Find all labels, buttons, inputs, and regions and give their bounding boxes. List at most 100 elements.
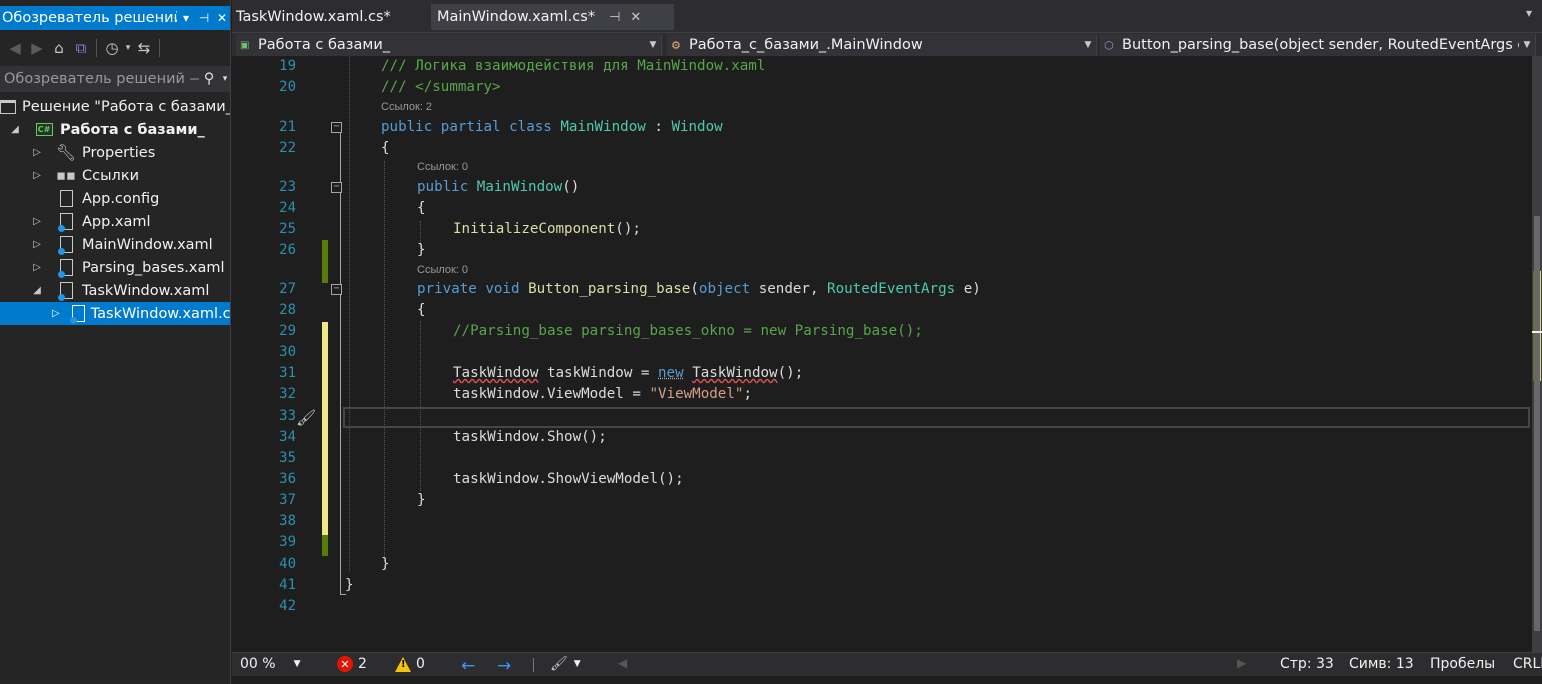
pending-changes-filter-icon[interactable]: ◷ [101, 37, 123, 59]
switch-views-icon[interactable]: ⧉ [70, 37, 92, 59]
class-dropdown[interactable]: ⚙ Работа_с_базами_.MainWindow ▼ [667, 34, 1097, 56]
tree-expander-icon[interactable]: ◢ [8, 124, 22, 135]
search-options-dropdown-icon[interactable]: ▾ [219, 74, 230, 84]
code-cleanup-button[interactable]: 🖌︎ ▼ [550, 656, 581, 672]
horizontal-scroll-right-icon[interactable]: ▶ [1237, 656, 1246, 670]
filter-dropdown-icon[interactable]: ▾ [123, 37, 133, 59]
code-line[interactable]: 42 [232, 596, 1532, 617]
forward-arrow-icon[interactable]: ▶ [26, 37, 48, 59]
code-line[interactable]: 38 [232, 511, 1532, 532]
tab-mainwindow-xaml-cs[interactable]: MainWindow.xaml.cs* ⊣ ✕ [431, 4, 674, 30]
code-line[interactable]: 39 [232, 532, 1532, 553]
code-line[interactable]: 26} [232, 240, 1532, 261]
tree-item-references[interactable]: ▷ ▪▪ Ссылки [0, 164, 230, 187]
errors-indicator[interactable]: ✕ 2 [337, 656, 367, 672]
code-line[interactable]: 34 taskWindow.Show(); [232, 427, 1532, 448]
code-text: taskWindow.ViewModel = "ViewModel"; [453, 384, 752, 405]
project-dropdown[interactable]: ▣ Работа с базами_ ▼ [236, 34, 662, 56]
close-tab-icon[interactable]: ✕ [630, 10, 641, 25]
column-indicator[interactable]: Симв: 13 [1349, 656, 1414, 672]
code-line[interactable]: 28 { [232, 300, 1532, 321]
tree-item-taskwindow-xaml-cs[interactable]: ▷ TaskWindow.xaml.cs [0, 302, 230, 325]
line-ending-indicator[interactable]: CRLF [1513, 656, 1542, 672]
tree-expander-icon[interactable]: ◢ [30, 285, 44, 296]
code-editor[interactable]: − − − 🖌︎ Ссылок: 2 Ссылок: 0 Ссылок: 0 1… [232, 56, 1532, 652]
code-line[interactable]: 40} [232, 554, 1532, 575]
tree-item-label: App.config [82, 190, 160, 207]
code-line[interactable]: 27 private void Button_parsing_base(objec… [232, 279, 1532, 300]
line-number-indicator[interactable]: Стр: 33 [1280, 656, 1334, 672]
tree-item-app-config[interactable]: App.config [0, 187, 230, 210]
tree-expander-icon[interactable]: ▷ [30, 170, 44, 181]
code-line[interactable]: 24 { [232, 198, 1532, 219]
solution-explorer-search[interactable]: Обозреватель решений — ⚲ ▾ [0, 66, 230, 92]
code-line[interactable]: 37} [232, 490, 1532, 511]
vertical-scrollbar[interactable] [1532, 56, 1542, 652]
code-line[interactable]: 20 /// </summary> [232, 77, 1532, 98]
code-line[interactable]: 32 taskWindow.ViewModel = "ViewModel"; [232, 384, 1532, 405]
next-issue-button[interactable]: → [497, 656, 511, 676]
xaml-file-icon [56, 282, 76, 301]
search-input[interactable]: Обозреватель решений — [4, 71, 199, 87]
solution-icon [0, 98, 16, 116]
codelens-references[interactable]: Ссылок: 0 [417, 262, 468, 278]
code-line[interactable]: 21 public partial class MainWindow : Wind… [232, 117, 1532, 138]
auto-hide-pin-icon[interactable]: ⊣ [195, 11, 213, 25]
tree-item-project[interactable]: ◢ C# Работа с базами_ [0, 118, 230, 141]
member-dropdown-label: Button_parsing_base(object sender, Route… [1122, 37, 1519, 53]
code-line[interactable]: 22 { [232, 138, 1532, 159]
method-icon: ⬡ [1104, 38, 1114, 52]
scrollbar-thumb[interactable] [1534, 216, 1540, 631]
tree-expander-icon[interactable]: ▷ [30, 239, 44, 250]
back-arrow-icon[interactable]: ◀ [4, 37, 26, 59]
code-token: MainWindow [476, 179, 563, 195]
code-line[interactable]: 23 public MainWindow() [232, 177, 1532, 198]
whitespace-indicator[interactable]: Пробелы [1430, 656, 1495, 672]
tree-expander-icon[interactable]: ▷ [30, 262, 44, 273]
code-line[interactable]: 30 [232, 342, 1532, 363]
line-number: 21 [279, 119, 296, 135]
zoom-dropdown[interactable]: 00 % ▼ [240, 656, 301, 672]
line-number: 27 [279, 281, 296, 297]
sync-with-active-document-icon[interactable]: ⇆ [133, 37, 155, 59]
tree-item-properties[interactable]: ▷ 🔧︎ Properties [0, 141, 230, 164]
window-position-dropdown-icon[interactable]: ▾ [177, 11, 195, 25]
codelens-references[interactable]: Ссылок: 0 [417, 159, 468, 175]
home-icon[interactable]: ⌂ [48, 37, 70, 59]
tree-item-parsing-bases-xaml[interactable]: ▷ Parsing_bases.xaml [0, 256, 230, 279]
tree-item-mainwindow-xaml[interactable]: ▷ MainWindow.xaml [0, 233, 230, 256]
solution-explorer-titlebar[interactable]: Обозреватель решений ▾ ⊣ ✕ [0, 6, 230, 30]
member-dropdown[interactable]: ⬡ Button_parsing_base(object sender, Rou… [1100, 34, 1536, 56]
line-number: 37 [279, 492, 296, 508]
brush-icon: 🖌︎ [550, 656, 568, 672]
code-token: "ViewModel" [649, 386, 744, 402]
column-indicator-text: Симв: 13 [1349, 656, 1414, 672]
code-line[interactable]: 19 /// Логика взаимодействия для MainWind… [232, 56, 1532, 77]
code-text: TaskWindow taskWindow = new TaskWindow()… [453, 363, 803, 384]
warnings-indicator[interactable]: ! 0 [395, 656, 425, 672]
warning-count: 0 [416, 656, 425, 672]
code-line[interactable]: 25 InitializeComponent(); [232, 219, 1532, 240]
tree-item-app-xaml[interactable]: ▷ App.xaml [0, 210, 230, 233]
code-line[interactable]: 35 [232, 448, 1532, 469]
code-line[interactable]: 36 taskWindow.ShowViewModel(); [232, 469, 1532, 490]
error-icon: ✕ [337, 656, 353, 672]
tree-item-taskwindow-xaml[interactable]: ◢ TaskWindow.xaml [0, 279, 230, 302]
close-panel-icon[interactable]: ✕ [213, 11, 230, 25]
search-icon[interactable]: ⚲ [199, 71, 219, 87]
code-line[interactable]: 33 [232, 406, 1532, 427]
code-line[interactable]: 31 TaskWindow taskWindow = new TaskWindow… [232, 363, 1532, 384]
tree-item-solution[interactable]: Решение "Работа с базами_ [0, 95, 230, 118]
tab-taskwindow-xaml-cs[interactable]: TaskWindow.xaml.cs* [232, 4, 427, 30]
codelens-references[interactable]: Ссылок: 2 [381, 99, 432, 115]
tree-expander-icon[interactable]: ▷ [52, 308, 60, 319]
pin-tab-icon[interactable]: ⊣ [609, 10, 620, 25]
code-line[interactable]: 41} [232, 575, 1532, 596]
previous-issue-button[interactable]: ← [461, 656, 475, 676]
code-token: { [417, 302, 426, 318]
tab-overflow-dropdown-icon[interactable]: ▾ [1526, 6, 1532, 20]
tree-expander-icon[interactable]: ▷ [30, 216, 44, 227]
code-line[interactable]: 29 //Parsing_base parsing_bases_okno = ne… [232, 321, 1532, 342]
horizontal-scroll-left-icon[interactable]: ◀ [618, 656, 627, 670]
tree-expander-icon[interactable]: ▷ [30, 147, 44, 158]
